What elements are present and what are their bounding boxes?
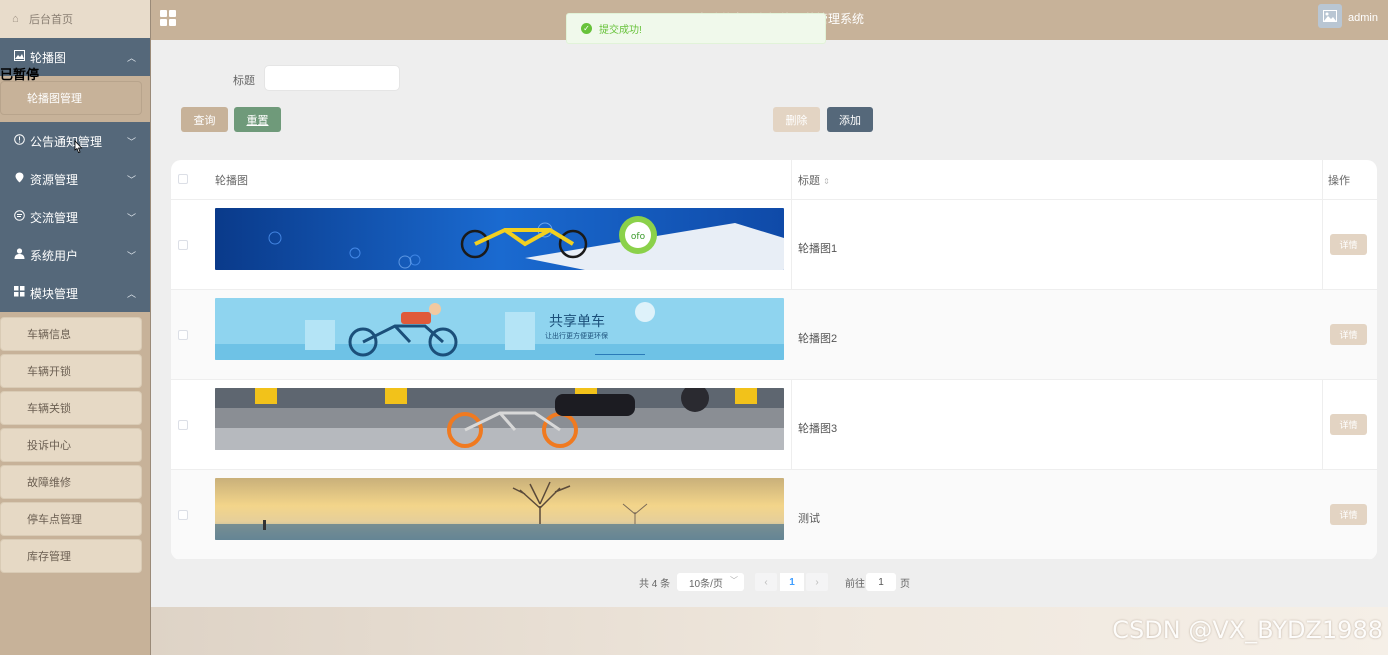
chevron-down-icon: ﹀ xyxy=(730,576,738,585)
submenu-complaint-center[interactable]: 投诉中心 xyxy=(0,428,142,462)
prev-page-button[interactable]: ‹ xyxy=(755,573,777,591)
sidebar-home-label: 后台首页 xyxy=(29,14,73,26)
menu-label: 公告通知管理 xyxy=(30,134,103,149)
svg-text:共享单车: 共享单车 xyxy=(549,313,605,330)
chat-icon xyxy=(12,210,26,224)
module-submenu: 车辆信息 车辆开锁 车辆关锁 投诉中心 故障维修 停车点管理 库存管理 xyxy=(0,312,150,580)
user-icon xyxy=(12,248,26,262)
sidebar: ⌂ 后台首页 轮播图 ︿ 轮播图管理 公告通知管理 ﹀ 资源管理 ﹀ 交流管理 … xyxy=(0,0,151,655)
submenu-vehicle-info[interactable]: 车辆信息 xyxy=(0,317,142,351)
row-title: 轮播图1 xyxy=(798,243,838,255)
menu-label: 模块管理 xyxy=(30,286,79,301)
menu-label: 轮播图 xyxy=(30,50,67,65)
home-icon: ⌂ xyxy=(12,13,19,25)
success-toast: ✓ 提交成功! xyxy=(566,13,826,44)
row-title: 轮播图2 xyxy=(798,333,838,345)
page-suffix: 页 xyxy=(900,578,910,590)
page-size-select[interactable]: 10条/页 ﹀ xyxy=(677,573,744,591)
watermark: CSDN @VX_BYDZ1988 xyxy=(1112,616,1383,644)
carousel-image xyxy=(215,478,784,540)
pagination-total: 共 4 条 xyxy=(639,578,671,590)
search-title-label: 标题 xyxy=(233,75,255,87)
menu-toggle-icon[interactable] xyxy=(160,10,176,26)
paused-overlay-text: 已暂停 xyxy=(0,67,40,82)
column-header-image: 轮播图 xyxy=(215,174,248,187)
table-row: 测试 详情 xyxy=(171,470,1377,560)
row-title: 测试 xyxy=(798,513,820,525)
column-header-title[interactable]: 标题 ⇕ xyxy=(798,172,830,188)
table-row: 共享单车 让出行更方便更环保 轮播图2 详情 xyxy=(171,290,1377,380)
data-table: 轮播图 标题 ⇕ 操作 ofo 轮播图1 详情 共享单车 让出行更方便更环保 轮… xyxy=(171,160,1377,560)
search-title-input[interactable] xyxy=(264,65,400,91)
table-row: 轮播图3 详情 xyxy=(171,380,1377,470)
image-icon xyxy=(12,50,26,64)
detail-button[interactable]: 详情 xyxy=(1330,414,1367,435)
menu-resource[interactable]: 资源管理 ﹀ xyxy=(0,160,150,198)
table-header: 轮播图 标题 ⇕ 操作 xyxy=(171,160,1377,200)
svg-text:让出行更方便更环保: 让出行更方便更环保 xyxy=(545,331,608,340)
delete-button[interactable]: 删除 xyxy=(773,107,820,132)
chevron-down-icon: ﹀ xyxy=(126,213,136,223)
chevron-down-icon: ﹀ xyxy=(126,175,136,185)
carousel-image xyxy=(215,388,784,450)
goto-label: 前往 xyxy=(845,578,865,590)
sort-icon[interactable]: ⇕ xyxy=(823,177,830,186)
query-button[interactable]: 查询 xyxy=(181,107,228,132)
menu-label: 资源管理 xyxy=(30,172,79,187)
menu-exchange[interactable]: 交流管理 ﹀ xyxy=(0,198,150,236)
submenu-inventory-manage[interactable]: 库存管理 xyxy=(0,539,142,573)
page-size-value: 10条/页 xyxy=(689,578,723,590)
menu-label: 系统用户 xyxy=(30,248,79,263)
carousel-image: ofo xyxy=(215,208,784,270)
row-checkbox[interactable] xyxy=(178,420,188,430)
submenu-fault-repair[interactable]: 故障维修 xyxy=(0,465,142,499)
detail-button[interactable]: 详情 xyxy=(1330,234,1367,255)
chevron-up-icon: ︿ xyxy=(126,53,136,63)
row-checkbox[interactable] xyxy=(178,240,188,250)
chevron-up-icon: ︿ xyxy=(126,289,136,299)
menu-users[interactable]: 系统用户 ﹀ xyxy=(0,236,150,274)
menu-label: 交流管理 xyxy=(30,210,79,225)
reset-button[interactable]: 重置 xyxy=(234,107,281,132)
table-row: ofo 轮播图1 详情 xyxy=(171,200,1377,290)
goto-page-input[interactable]: 1 xyxy=(866,573,896,591)
next-page-button[interactable]: › xyxy=(806,573,828,591)
svg-text:ofo: ofo xyxy=(631,232,646,242)
submenu-vehicle-unlock[interactable]: 车辆开锁 xyxy=(0,354,142,388)
avatar[interactable] xyxy=(1318,4,1342,28)
sidebar-home[interactable]: ⌂ 后台首页 xyxy=(0,0,150,38)
location-icon xyxy=(12,172,26,186)
grid-icon xyxy=(12,286,26,300)
select-all-checkbox[interactable] xyxy=(178,174,188,184)
row-title: 轮播图3 xyxy=(798,423,838,435)
detail-button[interactable]: 详情 xyxy=(1330,324,1367,345)
chevron-down-icon: ﹀ xyxy=(126,251,136,261)
chevron-down-icon: ﹀ xyxy=(126,137,136,147)
row-checkbox[interactable] xyxy=(178,510,188,520)
submenu-vehicle-lock[interactable]: 车辆关锁 xyxy=(0,391,142,425)
toast-message: 提交成功! xyxy=(599,25,642,36)
row-checkbox[interactable] xyxy=(178,330,188,340)
check-circle-icon: ✓ xyxy=(581,23,592,34)
info-icon xyxy=(12,134,26,148)
add-button[interactable]: 添加 xyxy=(827,107,873,132)
submenu-carousel-manage[interactable]: 轮播图管理 xyxy=(0,81,142,115)
mouse-cursor-icon xyxy=(73,139,83,157)
column-header-action: 操作 xyxy=(1328,174,1350,187)
menu-modules[interactable]: 模块管理 ︿ xyxy=(0,274,150,312)
username[interactable]: admin xyxy=(1348,12,1378,24)
detail-button[interactable]: 详情 xyxy=(1330,504,1367,525)
carousel-image: 共享单车 让出行更方便更环保 xyxy=(215,298,784,360)
image-placeholder-icon xyxy=(1323,10,1337,22)
current-page-number[interactable]: 1 xyxy=(780,573,804,591)
submenu-parking-manage[interactable]: 停车点管理 xyxy=(0,502,142,536)
